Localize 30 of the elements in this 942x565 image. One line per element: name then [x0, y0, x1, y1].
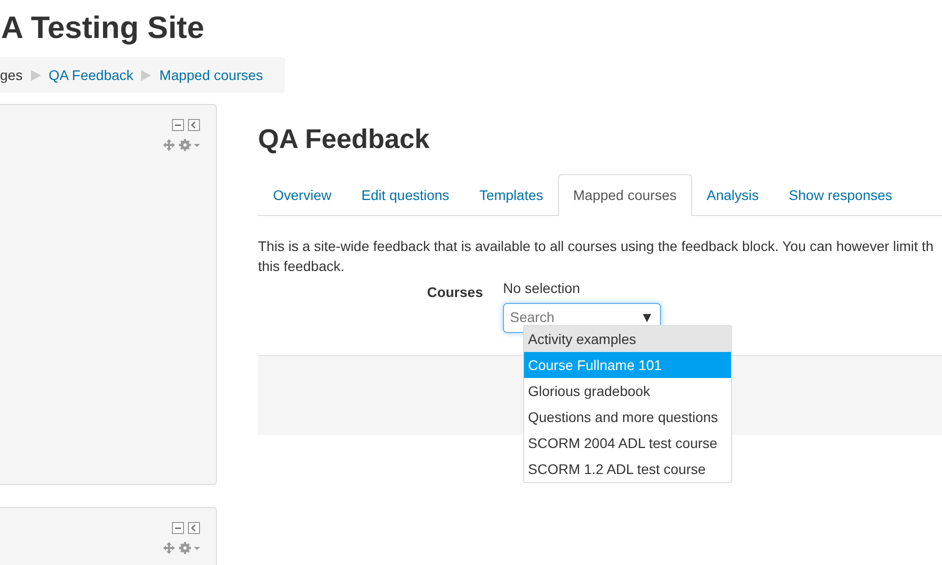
collapse-icon[interactable]	[172, 119, 184, 131]
dropdown-option[interactable]: SCORM 1.2 ADL test course	[524, 456, 731, 482]
dropdown-arrow[interactable]: ▼	[640, 307, 654, 328]
page-heading: QA Feedback	[258, 123, 431, 156]
dock-icon[interactable]	[188, 522, 200, 534]
breadcrumb-separator-icon	[141, 70, 152, 80]
intro-text: This is a site-wide feedback that is available to all courses using the feedback block. You can however limit th this feedback.	[258, 236, 934, 276]
dropdown-option[interactable]: Activity examples	[524, 326, 731, 352]
move-icon[interactable]	[163, 139, 175, 151]
site-title: A Testing Site	[1, 9, 206, 47]
tab[interactable]: Show responses	[774, 174, 908, 216]
breadcrumb-link[interactable]: Mapped courses	[159, 64, 263, 86]
move-icon[interactable]	[163, 542, 175, 554]
tab[interactable]: Analysis	[692, 174, 774, 216]
selection-text: No selection	[503, 278, 582, 298]
gear-icon[interactable]	[179, 139, 200, 151]
breadcrumb-separator-icon	[30, 70, 41, 80]
tab[interactable]: Templates	[464, 174, 558, 216]
breadcrumb-link[interactable]: QA Feedback	[48, 64, 134, 86]
collapse-icon[interactable]	[172, 522, 184, 534]
dropdown-option[interactable]: Questions and more questions	[524, 404, 731, 430]
tab[interactable]: Mapped courses	[558, 174, 692, 216]
tab[interactable]: Edit questions	[346, 174, 464, 216]
field-label: Courses	[426, 282, 484, 302]
tab[interactable]: Overview	[258, 174, 346, 216]
dropdown-option[interactable]: SCORM 2004 ADL test course	[524, 430, 731, 456]
dropdown-option[interactable]: Glorious gradebook	[524, 378, 731, 404]
gear-icon[interactable]	[179, 542, 200, 554]
breadcrumb-item: ges	[0, 66, 23, 85]
dock-icon[interactable]	[188, 119, 200, 131]
